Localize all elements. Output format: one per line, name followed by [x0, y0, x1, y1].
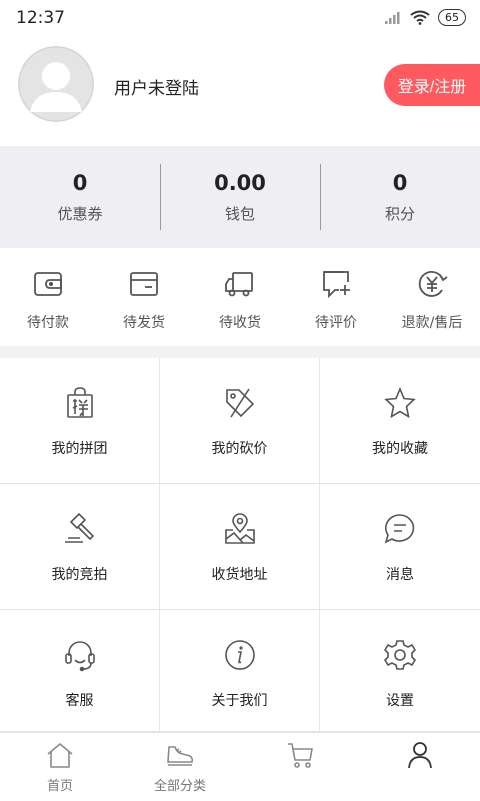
- menu-label: 收货地址: [211, 567, 268, 583]
- truck-icon: [225, 272, 253, 297]
- price-tag-icon: [225, 388, 254, 418]
- section-divider: [0, 346, 480, 358]
- auction-hammer-icon: [64, 512, 94, 543]
- comment-plus-icon: [323, 271, 350, 299]
- menu-address[interactable]: 收货地址: [160, 484, 320, 610]
- feature-grid: 我的拼团 我的砍价 我的收藏 我的竞拍 收货地址 消息 客服 关于我们 设置: [0, 358, 480, 732]
- home-icon: [47, 742, 73, 768]
- tab-home[interactable]: 首页: [0, 733, 120, 801]
- menu-label: 我的拼团: [51, 441, 108, 457]
- menu-messages[interactable]: 消息: [320, 484, 480, 610]
- signal-icon: [385, 11, 400, 24]
- status-icons: 65: [384, 9, 466, 26]
- order-status-row: 待付款 待发货 待收货 待评价 退款/售后: [0, 248, 480, 346]
- stat-value: 0: [72, 170, 88, 195]
- wallet-icon: [34, 272, 62, 296]
- bottom-tab-bar: 首页 全部分类: [0, 732, 480, 801]
- order-label: 待付款: [27, 315, 69, 331]
- status-time: 12:37: [16, 8, 65, 28]
- tab-label: 全部分类: [153, 779, 206, 794]
- avatar[interactable]: [18, 46, 94, 122]
- menu-bargain[interactable]: 我的砍价: [160, 358, 320, 484]
- menu-label: 关于我们: [211, 693, 268, 709]
- menu-auction[interactable]: 我的竞拍: [0, 484, 160, 610]
- menu-label: 我的砍价: [211, 441, 268, 457]
- order-label: 待发货: [123, 315, 165, 331]
- info-icon: [224, 640, 255, 670]
- box-icon: [130, 272, 158, 296]
- headset-icon: [64, 641, 95, 672]
- order-label: 待评价: [315, 315, 357, 331]
- menu-group-buy[interactable]: 我的拼团: [0, 358, 160, 484]
- tab-label: 首页: [46, 779, 73, 794]
- order-refund-aftersale[interactable]: 退款/售后: [384, 248, 480, 346]
- stat-label: 钱包: [224, 204, 255, 223]
- status-bar: 12:37 65: [0, 0, 480, 36]
- menu-favorites[interactable]: 我的收藏: [320, 358, 480, 484]
- account-stats: 0 优惠券 0.00 钱包 0 积分: [0, 146, 480, 248]
- map-pin-icon: [224, 513, 255, 544]
- cart-icon: [288, 743, 313, 768]
- username-label: 用户未登陆: [114, 79, 199, 99]
- menu-about-us[interactable]: 关于我们: [160, 610, 320, 732]
- login-register-button[interactable]: 登录/注册: [384, 64, 480, 106]
- stat-value: 0: [392, 170, 408, 195]
- menu-label: 我的竞拍: [51, 567, 108, 583]
- menu-label: 设置: [386, 693, 414, 709]
- group-buy-bag-icon: [66, 387, 93, 418]
- stat-coupons[interactable]: 0 优惠券: [0, 146, 160, 248]
- menu-label: 消息: [386, 567, 414, 583]
- order-label: 退款/售后: [401, 315, 463, 331]
- order-pending-shipment[interactable]: 待发货: [96, 248, 192, 346]
- profile-header: 用户未登陆 登录/注册: [0, 36, 480, 146]
- gear-icon: [383, 640, 417, 670]
- order-pending-review[interactable]: 待评价: [288, 248, 384, 346]
- menu-label: 我的收藏: [372, 441, 428, 457]
- user-icon: [408, 742, 432, 769]
- stat-points[interactable]: 0 积分: [320, 146, 480, 248]
- menu-customer-service[interactable]: 客服: [0, 610, 160, 732]
- stat-value: 0.00: [214, 170, 266, 195]
- tab-cart[interactable]: [240, 733, 360, 801]
- stat-wallet[interactable]: 0.00 钱包: [160, 146, 320, 248]
- yen-refresh-icon: [418, 271, 448, 297]
- default-avatar-icon: [18, 46, 94, 122]
- sneaker-icon: [167, 746, 194, 766]
- battery-indicator: 65: [438, 9, 466, 26]
- order-pending-payment[interactable]: 待付款: [0, 248, 96, 346]
- menu-label: 客服: [65, 693, 94, 709]
- order-pending-receipt[interactable]: 待收货: [192, 248, 288, 346]
- stat-label: 优惠券: [57, 204, 103, 223]
- tab-profile[interactable]: [360, 733, 480, 801]
- stat-label: 积分: [384, 204, 415, 223]
- menu-settings[interactable]: 设置: [320, 610, 480, 732]
- tab-all-categories[interactable]: 全部分类: [120, 733, 240, 801]
- message-icon: [384, 514, 415, 544]
- wifi-icon: [410, 10, 430, 25]
- star-icon: [384, 386, 416, 419]
- order-label: 待收货: [219, 315, 261, 331]
